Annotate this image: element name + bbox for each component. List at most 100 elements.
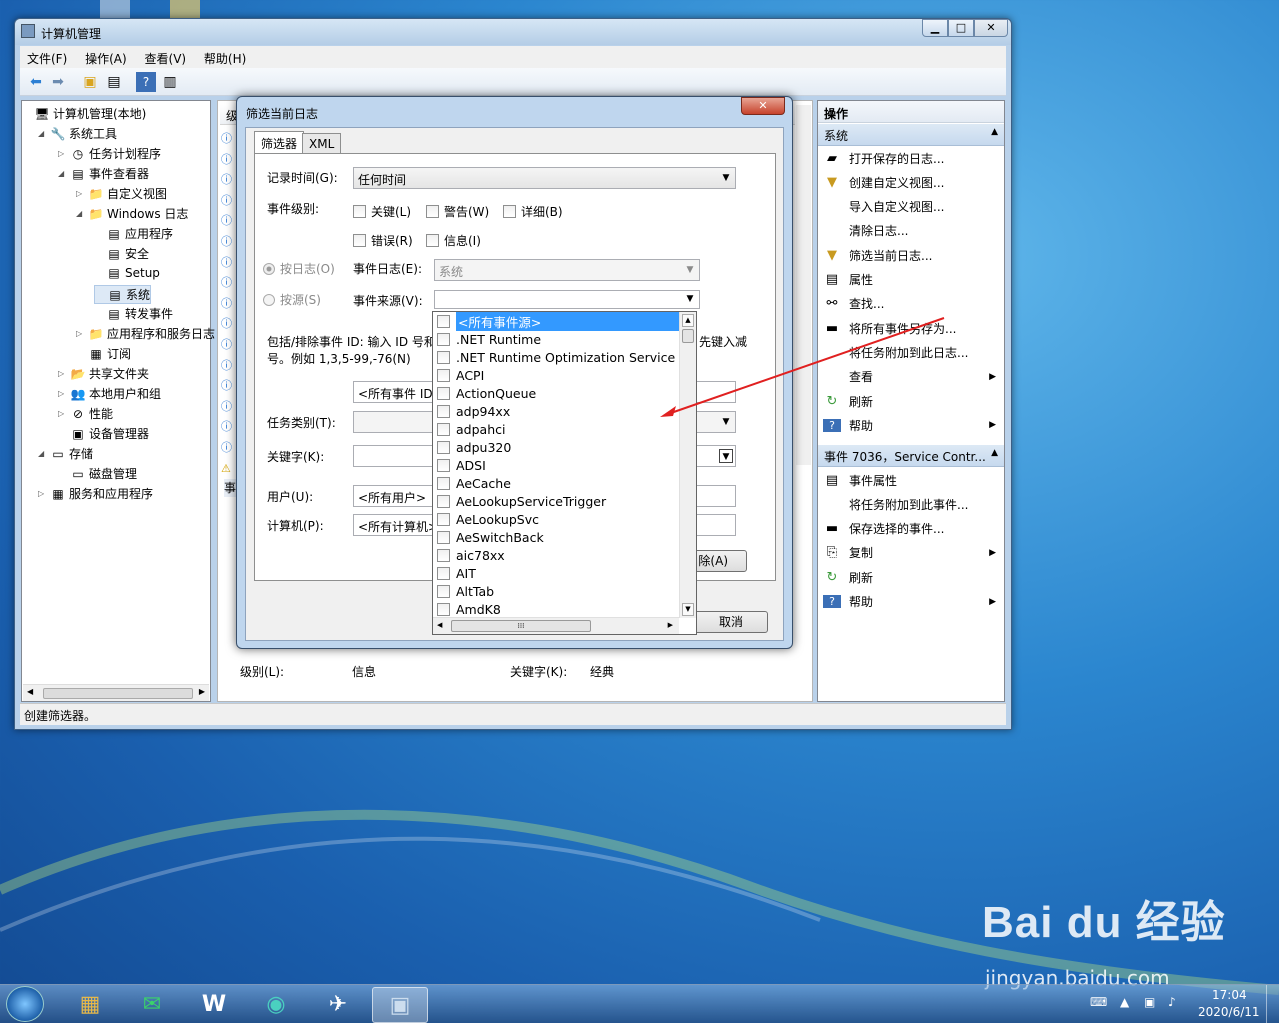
tree-item[interactable]: ▤ 转发事件 — [94, 305, 173, 322]
tree-item[interactable]: ▣ 设备管理器 — [58, 425, 149, 442]
source-option-checkbox[interactable] — [437, 566, 450, 580]
source-option-checkbox[interactable] — [437, 404, 450, 418]
source-option-checkbox[interactable] — [437, 350, 450, 364]
detail-tab[interactable]: 事 — [224, 479, 236, 497]
tree-item[interactable]: ▷ ▦ 服务和应用程序 — [38, 485, 153, 502]
taskbar-feather-icon[interactable]: ✈ — [310, 987, 366, 1023]
tree-item[interactable]: ▤ 系统 — [94, 285, 152, 304]
taskbar-edge-icon[interactable]: ◉ — [248, 987, 304, 1023]
source-option-checkbox[interactable] — [437, 512, 450, 526]
collapsed-triangle-icon[interactable]: ▷ — [58, 409, 70, 418]
tree-item[interactable]: ▷ 👥 本地用户和组 — [58, 385, 161, 402]
menu-action[interactable]: 操作(A) — [78, 46, 134, 67]
event-action-item[interactable]: 将任务附加到此事件... — [818, 492, 1004, 516]
tree-item[interactable]: ◢ 🔧 系统工具 — [38, 125, 117, 142]
expanded-triangle-icon[interactable]: ◢ — [38, 129, 50, 138]
tree-item[interactable]: ▷ ◷ 任务计划程序 — [58, 145, 161, 162]
expanded-triangle-icon[interactable]: ◢ — [58, 169, 70, 178]
source-option-checkbox[interactable] — [437, 458, 450, 472]
source-option[interactable]: AeCache — [433, 474, 679, 492]
source-option-checkbox[interactable] — [437, 584, 450, 598]
desktop-folder-icon[interactable] — [170, 0, 200, 20]
source-option[interactable]: adpahci — [433, 420, 679, 438]
source-option[interactable]: AIT — [433, 564, 679, 582]
dropdown-horizontal-scrollbar[interactable]: ◀ ⁞⁞⁞ ▶ — [433, 617, 679, 634]
actions-section-system[interactable]: 系统 ▲ — [818, 124, 1004, 146]
show-hide-tree-icon[interactable]: ▤ — [104, 72, 124, 92]
tree-item[interactable]: ◢ 📁 Windows 日志 — [76, 205, 188, 222]
start-button[interactable] — [6, 986, 44, 1022]
event-action-item[interactable]: ▤ 事件属性 — [818, 468, 1004, 492]
source-option-checkbox[interactable] — [437, 332, 450, 346]
logged-select[interactable]: 任何时间 ▼ — [353, 167, 736, 189]
taskbar-computer-management-icon[interactable]: ▣ — [372, 987, 428, 1023]
source-option[interactable]: ActionQueue — [433, 384, 679, 402]
source-option[interactable]: ADSI — [433, 456, 679, 474]
tree-item[interactable]: ▤ 安全 — [94, 245, 149, 262]
forward-arrow-icon[interactable]: ➡ — [48, 72, 68, 92]
help-icon[interactable]: ? — [136, 72, 156, 92]
collapsed-triangle-icon[interactable]: ▷ — [58, 389, 70, 398]
source-option-checkbox[interactable] — [437, 494, 450, 508]
menu-view[interactable]: 查看(V) — [138, 46, 194, 67]
volume-icon[interactable]: ♪ — [1168, 995, 1176, 1009]
tray-expand-icon[interactable]: ▲ — [1120, 995, 1129, 1009]
show-hide-action-pane-icon[interactable]: ▥ — [160, 72, 180, 92]
tree-item[interactable]: ◢ ▤ 事件查看器 — [58, 165, 149, 182]
tree-item[interactable]: ▷ 📁 自定义视图 — [76, 185, 167, 202]
source-option[interactable]: AeSwitchBack — [433, 528, 679, 546]
event-action-item[interactable]: ? 帮助 ▶ — [818, 590, 1004, 614]
tree-horizontal-scrollbar[interactable]: ◀ ▶ — [23, 684, 209, 701]
level-critical-checkbox[interactable]: 关键(L) — [353, 203, 411, 220]
source-option[interactable]: ACPI — [433, 366, 679, 384]
source-option-checkbox[interactable] — [437, 476, 450, 490]
expanded-triangle-icon[interactable]: ◢ — [38, 449, 50, 458]
tab-xml[interactable]: XML — [302, 133, 342, 155]
event-log-select[interactable]: 系统 ▼ — [434, 259, 700, 281]
source-option-checkbox[interactable] — [437, 440, 450, 454]
network-icon[interactable]: ▣ — [1144, 995, 1155, 1009]
action-item[interactable]: ▰ 打开保存的日志... — [818, 146, 1004, 170]
source-option-checkbox[interactable] — [437, 368, 450, 382]
actions-section-event[interactable]: 事件 7036，Service Contr... ▲ — [818, 445, 1004, 467]
minimize-button[interactable]: ▁ — [922, 19, 948, 37]
collapsed-triangle-icon[interactable]: ▷ — [76, 329, 88, 338]
keyboard-icon[interactable]: ⌨ — [1090, 995, 1107, 1009]
tree-item[interactable]: ▭ 磁盘管理 — [58, 465, 137, 482]
source-option[interactable]: adpu320 — [433, 438, 679, 456]
source-option[interactable]: AltTab — [433, 582, 679, 600]
action-item[interactable]: 清除日志... — [818, 219, 1004, 243]
source-option[interactable]: AeLookupServiceTrigger — [433, 492, 679, 510]
clock-date[interactable]: 2020/6/11 — [1198, 1005, 1260, 1019]
action-item[interactable]: ▼ 创建自定义视图... — [818, 170, 1004, 194]
back-arrow-icon[interactable]: ⬅ — [26, 72, 46, 92]
tree-item[interactable]: ◢ ▭ 存储 — [38, 445, 93, 462]
taskbar-wechat-icon[interactable]: ✉ — [124, 987, 180, 1023]
source-option-checkbox[interactable] — [437, 548, 450, 562]
source-option-checkbox[interactable] — [437, 422, 450, 436]
collapsed-triangle-icon[interactable]: ▷ — [76, 189, 88, 198]
maximize-button[interactable]: □ — [948, 19, 974, 37]
source-option[interactable]: <所有事件源> — [433, 312, 679, 331]
source-option[interactable]: .NET Runtime — [433, 330, 679, 348]
action-item[interactable]: ▼ 筛选当前日志... — [818, 243, 1004, 267]
level-info-checkbox[interactable]: 信息(I) — [426, 232, 481, 249]
tree-item[interactable]: ▷ ⊘ 性能 — [58, 405, 113, 422]
event-action-item[interactable]: ▬ 保存选择的事件... — [818, 517, 1004, 541]
level-error-checkbox[interactable]: 错误(R) — [353, 232, 413, 249]
collapsed-triangle-icon[interactable]: ▷ — [38, 489, 50, 498]
source-option[interactable]: adp94xx — [433, 402, 679, 420]
tree-item[interactable]: ▦ 订阅 — [76, 345, 131, 362]
by-log-radio[interactable]: 按日志(O) — [263, 260, 335, 277]
cancel-button[interactable]: 取消 — [694, 611, 768, 633]
source-option-checkbox[interactable] — [437, 530, 450, 544]
menu-help[interactable]: 帮助(H) — [197, 46, 253, 67]
source-option[interactable]: .NET Runtime Optimization Service — [433, 348, 679, 366]
source-option-checkbox[interactable] — [437, 314, 450, 328]
expanded-triangle-icon[interactable]: ◢ — [76, 209, 88, 218]
source-option[interactable]: AeLookupSvc — [433, 510, 679, 528]
source-select[interactable]: ▼ — [434, 290, 700, 309]
level-warning-checkbox[interactable]: 警告(W) — [426, 203, 489, 220]
tree-item[interactable]: ▤ 应用程序 — [94, 225, 173, 242]
source-option-checkbox[interactable] — [437, 386, 450, 400]
